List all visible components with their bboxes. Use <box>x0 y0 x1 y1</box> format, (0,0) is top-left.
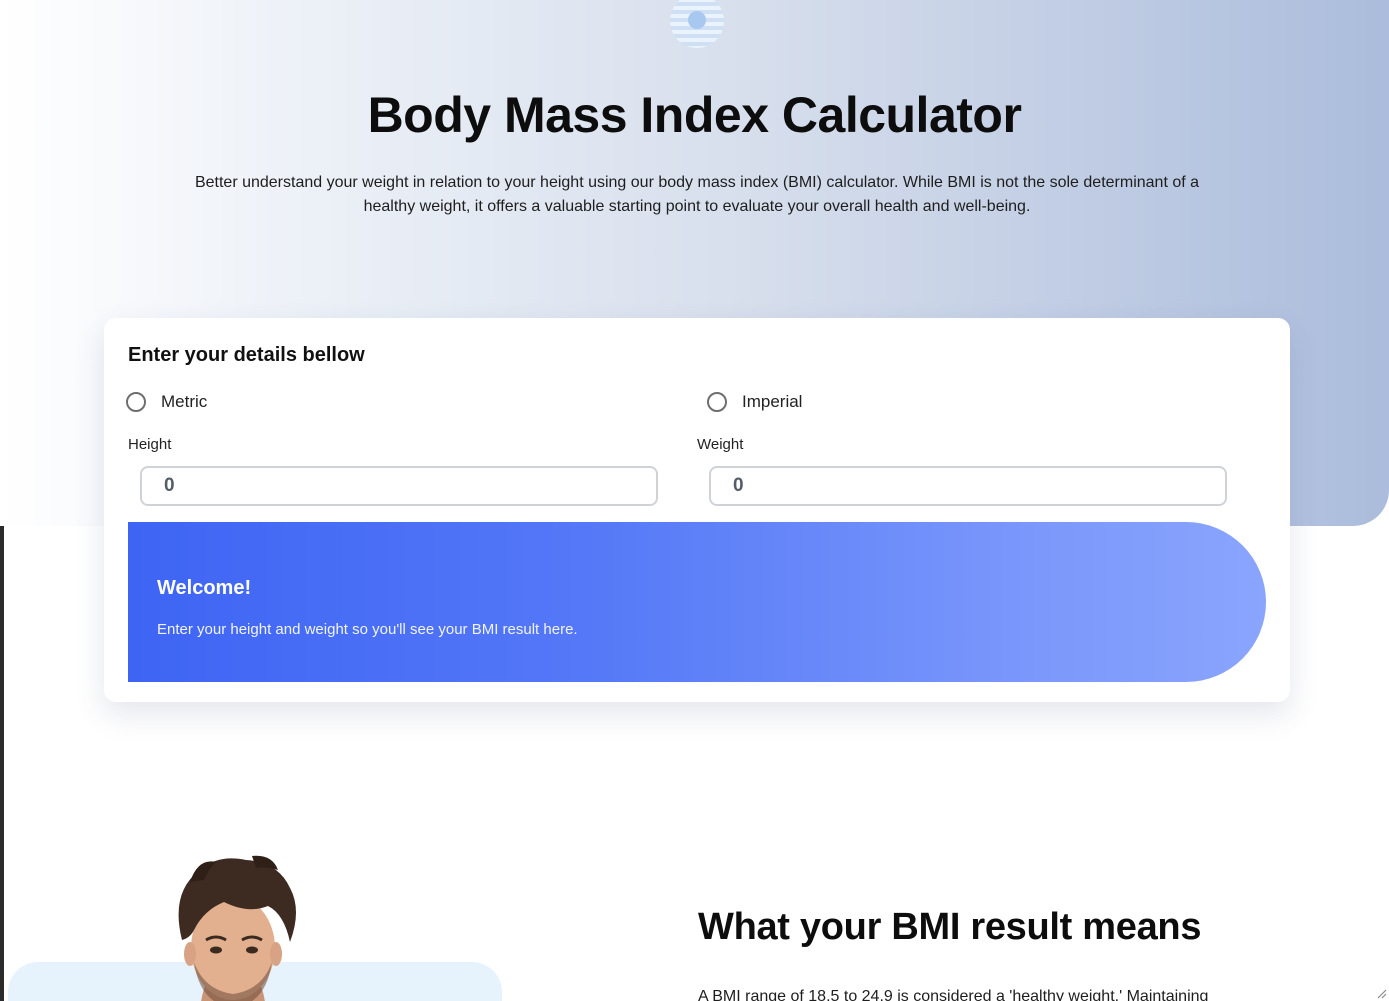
unit-radio-metric[interactable]: Metric <box>126 392 207 412</box>
unit-radio-imperial[interactable]: Imperial <box>707 392 802 412</box>
unit-label-metric: Metric <box>161 392 208 411</box>
radio-circle-icon[interactable] <box>707 392 727 412</box>
height-input[interactable] <box>140 466 658 506</box>
hero-description: Better understand your weight in relatio… <box>194 174 1200 215</box>
weight-label: Weight <box>697 436 744 453</box>
result-title: Welcome! <box>157 577 252 599</box>
resize-grip-icon[interactable] <box>1375 987 1387 999</box>
page-title: Body Mass Index Calculator <box>367 87 1022 143</box>
bmi-meaning-title: What your BMI result means <box>698 906 1202 948</box>
page: Body Mass Index Calculator Better unders… <box>0 0 1389 1001</box>
person-photo <box>178 855 296 1001</box>
unit-label-imperial: Imperial <box>742 392 803 411</box>
height-label: Height <box>128 436 172 453</box>
radio-circle-icon[interactable] <box>126 392 146 412</box>
bmi-meaning-text: A BMI range of 18.5 to 24.9 is considere… <box>698 988 1209 1001</box>
result-message: Enter your height and weight so you'll s… <box>157 621 578 638</box>
bmi-result-panel: Welcome! Enter your height and weight so… <box>128 522 1266 682</box>
calculator-heading: Enter your details bellow <box>128 344 365 366</box>
weight-input[interactable] <box>709 466 1227 506</box>
bmi-calculator-card: Enter your details bellow Metric Imperia… <box>104 318 1290 702</box>
logo-center-dot <box>688 11 706 29</box>
